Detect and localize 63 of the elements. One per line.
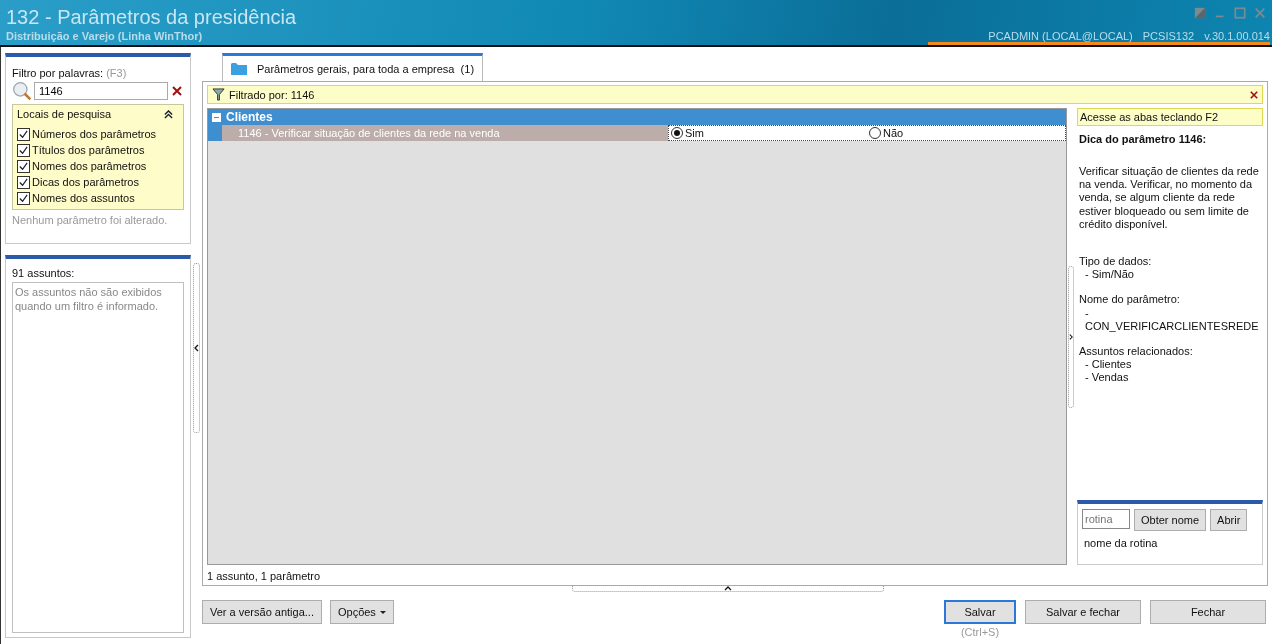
- subjects-message: Os assuntos não são exibidos quando um filtro é informado.: [15, 285, 163, 314]
- caret-icon: [379, 610, 386, 614]
- shortcut-hint: Acesse as abas teclando F2: [1077, 108, 1263, 126]
- filter-shortcut: (F3): [106, 67, 127, 79]
- section-item: - Clientes: [1084, 358, 1133, 372]
- option-label: Nomes dos assuntos: [32, 192, 135, 204]
- parameter-label: 1146 - Verificar situação de clientes da rede na venda: [222, 125, 668, 141]
- group-name: Clientes: [226, 110, 273, 124]
- search-icon: [12, 81, 32, 101]
- action-button[interactable]: Salvar e fechar: [1025, 600, 1141, 624]
- section-heading: Assuntos relacionados:: [1079, 344, 1194, 359]
- section-item: - Sim/Não: [1084, 268, 1135, 282]
- shortcut-label: (Ctrl+S): [960, 626, 1000, 638]
- subjects-count: 91 assuntos:: [12, 267, 76, 279]
- routine-button[interactable]: Obter nome: [1134, 509, 1207, 531]
- window-subtitle: Distribuição e Varejo (Linha WinThor): [6, 30, 204, 42]
- clear-icon[interactable]: [171, 86, 182, 96]
- close-icon[interactable]: [1250, 90, 1258, 99]
- collapse-left-icon: [193, 344, 199, 352]
- routine-name: nome da rotina: [1083, 537, 1159, 549]
- section-item: - CON_VERIFICARCLIENTESREDE: [1084, 306, 1260, 333]
- row-indicator: [208, 125, 222, 141]
- option-label: Títulos dos parâmetros: [32, 144, 145, 156]
- filter-field[interactable]: 1146: [34, 82, 168, 100]
- hint-description: Verificar situação de clientes da rede na venda. Verificar, no momento da venda, se algum cliente da rede estiver bloqueado ou sem limite de crédito disponível.: [1078, 165, 1260, 231]
- radio-label: Não: [883, 127, 904, 139]
- section-heading: Nome do parâmetro:: [1079, 293, 1181, 307]
- version-label: v.30.1.00.014: [1204, 30, 1270, 42]
- funnel-icon: [212, 88, 225, 101]
- locations-title: Locais de pesquisa: [17, 108, 112, 120]
- action-button[interactable]: Salvar: [944, 600, 1016, 624]
- collapse-up-icon: [724, 586, 732, 591]
- checkbox[interactable]: [17, 175, 30, 189]
- routine-field[interactable]: rotina: [1082, 509, 1130, 529]
- program-label: PCSIS132: [1142, 30, 1195, 42]
- footer-button[interactable]: Ver a versão antiga...: [202, 600, 322, 624]
- radio-button[interactable]: [671, 127, 683, 139]
- option-label: Nomes dos parâmetros: [32, 160, 147, 172]
- hint-title: Dica do parâmetro 1146:: [1079, 133, 1208, 145]
- summary-text: 1 assunto, 1 parâmetro: [207, 570, 322, 582]
- filter-label: Filtro por palavras:: [12, 67, 104, 79]
- change-note: Nenhum parâmetro foi alterado.: [12, 214, 169, 226]
- option-label: Dicas dos parâmetros: [32, 176, 139, 188]
- radio-label: Sim: [685, 127, 704, 139]
- section-item: - Vendas: [1084, 371, 1130, 385]
- option-label: Números dos parâmetros: [32, 128, 157, 140]
- routine-button[interactable]: Abrir: [1210, 509, 1248, 531]
- collapse-icon[interactable]: [163, 109, 173, 119]
- collapse-right-icon: [1069, 333, 1073, 341]
- checkbox[interactable]: [17, 127, 30, 141]
- checkbox[interactable]: [17, 159, 30, 173]
- splitter-handle[interactable]: [572, 586, 884, 592]
- tab[interactable]: Parâmetros gerais, para toda a empresa (1): [222, 53, 484, 81]
- checkbox[interactable]: [17, 143, 30, 157]
- folder-icon: [231, 62, 247, 75]
- filter-text: Filtrado por: 1146: [229, 88, 315, 101]
- action-button[interactable]: Fechar: [1150, 600, 1266, 624]
- window-title: 132 - Parâmetros da presidência: [6, 6, 297, 29]
- footer-button[interactable]: Opções: [329, 600, 394, 624]
- section-heading: Tipo de dados:: [1079, 254, 1153, 269]
- checkbox[interactable]: [17, 191, 30, 205]
- radio-button[interactable]: [869, 127, 881, 139]
- user-label: PCADMIN (LOCAL@LOCAL): [988, 30, 1133, 42]
